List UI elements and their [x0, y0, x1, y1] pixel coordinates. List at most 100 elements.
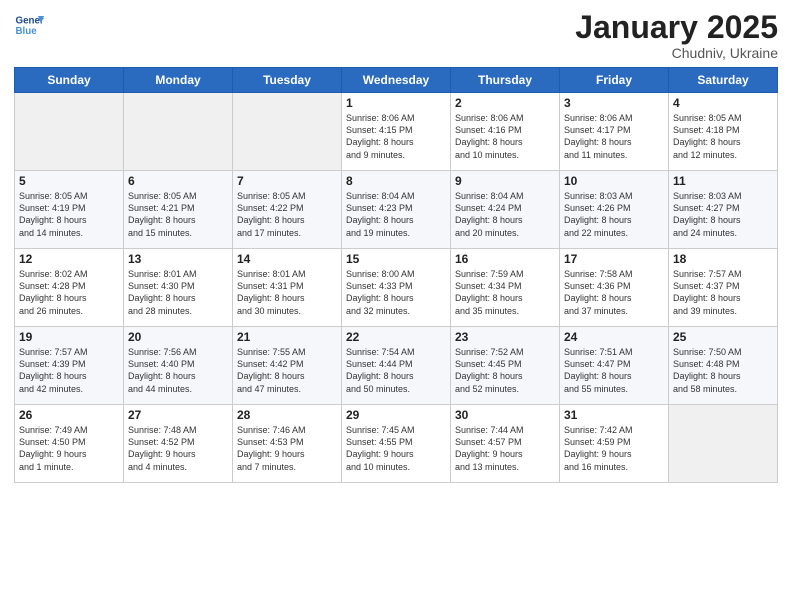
calendar-cell: 20Sunrise: 7:56 AM Sunset: 4:40 PM Dayli… — [124, 327, 233, 405]
calendar-cell: 16Sunrise: 7:59 AM Sunset: 4:34 PM Dayli… — [451, 249, 560, 327]
location: Chudniv, Ukraine — [575, 45, 778, 61]
day-number: 30 — [455, 408, 555, 422]
day-info: Sunrise: 8:06 AM Sunset: 4:16 PM Dayligh… — [455, 112, 555, 161]
day-info: Sunrise: 7:49 AM Sunset: 4:50 PM Dayligh… — [19, 424, 119, 473]
weekday-header-monday: Monday — [124, 68, 233, 93]
day-number: 21 — [237, 330, 337, 344]
day-number: 12 — [19, 252, 119, 266]
day-number: 20 — [128, 330, 228, 344]
week-row-3: 19 Sunrise: 7:57 AM Sunset: 4:39 PM Dayli… — [15, 327, 778, 405]
day-number: 9 — [455, 174, 555, 188]
weekday-header-friday: Friday — [560, 68, 669, 93]
logo-icon: General Blue — [14, 10, 44, 40]
day-number: 7 — [237, 174, 337, 188]
day-info: Sunrise: 8:05 AM Sunset: 4:18 PM Dayligh… — [673, 112, 773, 161]
day-number: 8 — [346, 174, 446, 188]
day-info: Sunrise: 7:57 AM Sunset: 4:39 PM Dayligh… — [19, 346, 119, 395]
calendar-cell: 6 Sunrise: 8:05 AM Sunset: 4:21 PM Daylig… — [124, 171, 233, 249]
day-info: Sunrise: 7:52 AM Sunset: 4:45 PM Dayligh… — [455, 346, 555, 395]
day-number: 31 — [564, 408, 664, 422]
calendar-cell: 24Sunrise: 7:51 AM Sunset: 4:47 PM Dayli… — [560, 327, 669, 405]
calendar-cell: 8Sunrise: 8:04 AM Sunset: 4:23 PM Daylig… — [342, 171, 451, 249]
calendar-cell: 28 Sunrise: 7:46 AM Sunset: 4:53 PM Dayli… — [233, 405, 342, 483]
calendar-cell: 30 Sunrise: 7:44 AM Sunset: 4:57 PM Dayli… — [451, 405, 560, 483]
weekday-header-row: SundayMondayTuesdayWednesdayThursdayFrid… — [15, 68, 778, 93]
day-number: 14 — [237, 252, 337, 266]
day-number: 29 — [346, 408, 446, 422]
calendar-cell: 10Sunrise: 8:03 AM Sunset: 4:26 PM Dayli… — [560, 171, 669, 249]
day-info: Sunrise: 7:45 AM Sunset: 4:55 PM Dayligh… — [346, 424, 446, 473]
day-info: Sunrise: 7:51 AM Sunset: 4:47 PM Dayligh… — [564, 346, 664, 395]
day-info: Sunrise: 7:48 AM Sunset: 4:52 PM Dayligh… — [128, 424, 228, 473]
weekday-header-wednesday: Wednesday — [342, 68, 451, 93]
day-info: Sunrise: 8:01 AM Sunset: 4:30 PM Dayligh… — [128, 268, 228, 317]
day-number: 1 — [346, 96, 446, 110]
day-info: Sunrise: 7:54 AM Sunset: 4:44 PM Dayligh… — [346, 346, 446, 395]
day-number: 27 — [128, 408, 228, 422]
calendar-cell: 21 Sunrise: 7:55 AM Sunset: 4:42 PM Dayli… — [233, 327, 342, 405]
day-number: 28 — [237, 408, 337, 422]
calendar-cell: 15Sunrise: 8:00 AM Sunset: 4:33 PM Dayli… — [342, 249, 451, 327]
day-info: Sunrise: 8:03 AM Sunset: 4:27 PM Dayligh… — [673, 190, 773, 239]
calendar-cell — [15, 93, 124, 171]
day-number: 2 — [455, 96, 555, 110]
week-row-2: 12 Sunrise: 8:02 AM Sunset: 4:28 PM Dayli… — [15, 249, 778, 327]
calendar-cell: 29 Sunrise: 7:45 AM Sunset: 4:55 PM Dayli… — [342, 405, 451, 483]
day-info: Sunrise: 8:02 AM Sunset: 4:28 PM Dayligh… — [19, 268, 119, 317]
day-info: Sunrise: 7:44 AM Sunset: 4:57 PM Dayligh… — [455, 424, 555, 473]
day-info: Sunrise: 7:42 AM Sunset: 4:59 PM Dayligh… — [564, 424, 664, 473]
calendar-cell — [233, 93, 342, 171]
day-info: Sunrise: 7:46 AM Sunset: 4:53 PM Dayligh… — [237, 424, 337, 473]
page: General Blue January 2025 Chudniv, Ukrai… — [0, 0, 792, 612]
logo: General Blue — [14, 10, 44, 40]
header: General Blue January 2025 Chudniv, Ukrai… — [14, 10, 778, 61]
calendar-cell: 13 Sunrise: 8:01 AM Sunset: 4:30 PM Dayli… — [124, 249, 233, 327]
day-info: Sunrise: 8:05 AM Sunset: 4:19 PM Dayligh… — [19, 190, 119, 239]
day-info: Sunrise: 7:57 AM Sunset: 4:37 PM Dayligh… — [673, 268, 773, 317]
day-info: Sunrise: 7:55 AM Sunset: 4:42 PM Dayligh… — [237, 346, 337, 395]
weekday-header-thursday: Thursday — [451, 68, 560, 93]
weekday-header-sunday: Sunday — [15, 68, 124, 93]
calendar-cell: 23Sunrise: 7:52 AM Sunset: 4:45 PM Dayli… — [451, 327, 560, 405]
day-number: 10 — [564, 174, 664, 188]
day-info: Sunrise: 8:04 AM Sunset: 4:24 PM Dayligh… — [455, 190, 555, 239]
weekday-header-tuesday: Tuesday — [233, 68, 342, 93]
calendar-table: SundayMondayTuesdayWednesdayThursdayFrid… — [14, 67, 778, 483]
day-info: Sunrise: 7:58 AM Sunset: 4:36 PM Dayligh… — [564, 268, 664, 317]
day-number: 6 — [128, 174, 228, 188]
week-row-1: 5 Sunrise: 8:05 AM Sunset: 4:19 PM Daylig… — [15, 171, 778, 249]
week-row-4: 26 Sunrise: 7:49 AM Sunset: 4:50 PM Dayli… — [15, 405, 778, 483]
calendar-cell: 27 Sunrise: 7:48 AM Sunset: 4:52 PM Dayli… — [124, 405, 233, 483]
day-number: 3 — [564, 96, 664, 110]
week-row-0: 1 Sunrise: 8:06 AM Sunset: 4:15 PM Daylig… — [15, 93, 778, 171]
calendar-cell: 18 Sunrise: 7:57 AM Sunset: 4:37 PM Dayli… — [669, 249, 778, 327]
day-info: Sunrise: 7:50 AM Sunset: 4:48 PM Dayligh… — [673, 346, 773, 395]
calendar-cell: 4 Sunrise: 8:05 AM Sunset: 4:18 PM Daylig… — [669, 93, 778, 171]
day-info: Sunrise: 8:05 AM Sunset: 4:22 PM Dayligh… — [237, 190, 337, 239]
day-info: Sunrise: 8:05 AM Sunset: 4:21 PM Dayligh… — [128, 190, 228, 239]
day-number: 4 — [673, 96, 773, 110]
calendar-cell: 14Sunrise: 8:01 AM Sunset: 4:31 PM Dayli… — [233, 249, 342, 327]
day-number: 18 — [673, 252, 773, 266]
day-number: 13 — [128, 252, 228, 266]
day-number: 25 — [673, 330, 773, 344]
day-number: 16 — [455, 252, 555, 266]
calendar-cell: 9 Sunrise: 8:04 AM Sunset: 4:24 PM Daylig… — [451, 171, 560, 249]
svg-text:Blue: Blue — [16, 26, 38, 37]
day-number: 19 — [19, 330, 119, 344]
day-number: 22 — [346, 330, 446, 344]
weekday-header-saturday: Saturday — [669, 68, 778, 93]
day-number: 5 — [19, 174, 119, 188]
day-number: 17 — [564, 252, 664, 266]
day-number: 26 — [19, 408, 119, 422]
calendar-cell — [669, 405, 778, 483]
calendar-cell: 17 Sunrise: 7:58 AM Sunset: 4:36 PM Dayli… — [560, 249, 669, 327]
day-info: Sunrise: 8:06 AM Sunset: 4:15 PM Dayligh… — [346, 112, 446, 161]
calendar-cell: 7 Sunrise: 8:05 AM Sunset: 4:22 PM Daylig… — [233, 171, 342, 249]
calendar-cell — [124, 93, 233, 171]
day-info: Sunrise: 8:00 AM Sunset: 4:33 PM Dayligh… — [346, 268, 446, 317]
calendar-cell: 1 Sunrise: 8:06 AM Sunset: 4:15 PM Daylig… — [342, 93, 451, 171]
calendar-cell: 3Sunrise: 8:06 AM Sunset: 4:17 PM Daylig… — [560, 93, 669, 171]
calendar-cell: 31 Sunrise: 7:42 AM Sunset: 4:59 PM Dayli… — [560, 405, 669, 483]
calendar-cell: 26 Sunrise: 7:49 AM Sunset: 4:50 PM Dayli… — [15, 405, 124, 483]
